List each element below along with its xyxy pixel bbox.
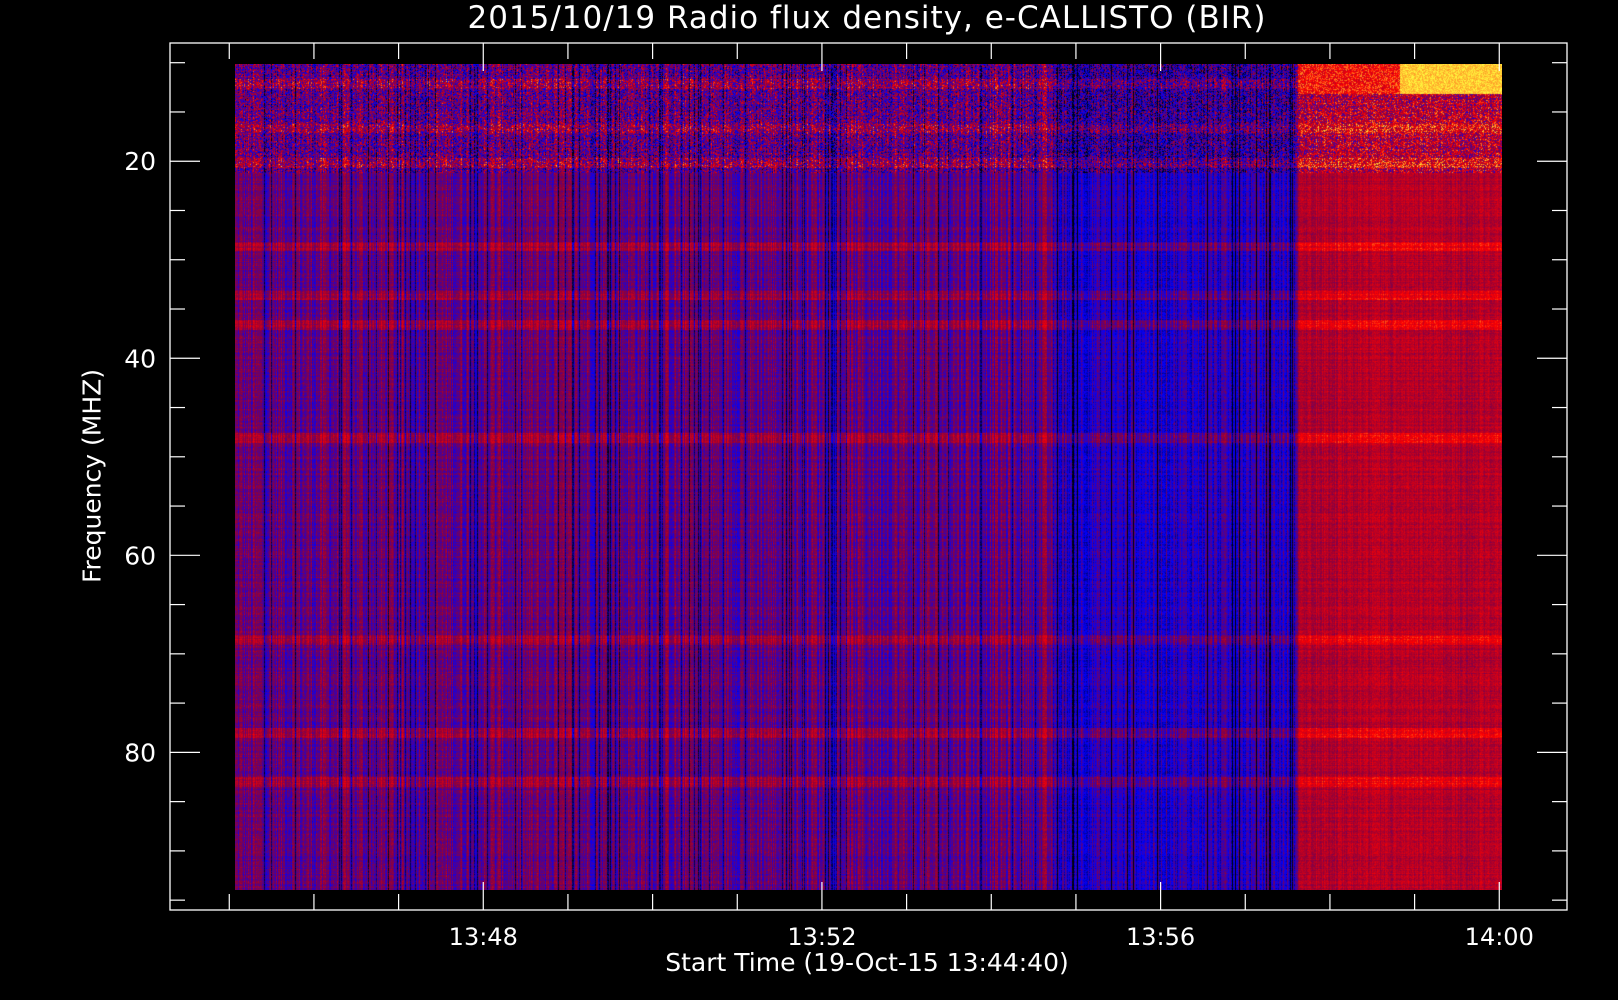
x-tick-label: 13:52 [787,923,856,951]
y-axis-label: Frequency (MHZ) [77,368,107,584]
x-tick-label: 13:56 [1126,923,1195,951]
axes-frame: 13:48 13:52 13:56 14:00 20 40 60 80 [124,42,1568,951]
x-tick-label: 13:48 [449,923,518,951]
y-tick-label: 40 [124,344,156,373]
y-tick-label: 80 [124,738,156,767]
x-axis-label: Start Time (19-Oct-15 13:44:40) [665,948,1069,977]
plot-border [169,42,1568,911]
y-tick-label: 60 [124,541,156,570]
y-tick-label: 20 [124,147,156,176]
x-tick-label: 14:00 [1465,923,1534,951]
